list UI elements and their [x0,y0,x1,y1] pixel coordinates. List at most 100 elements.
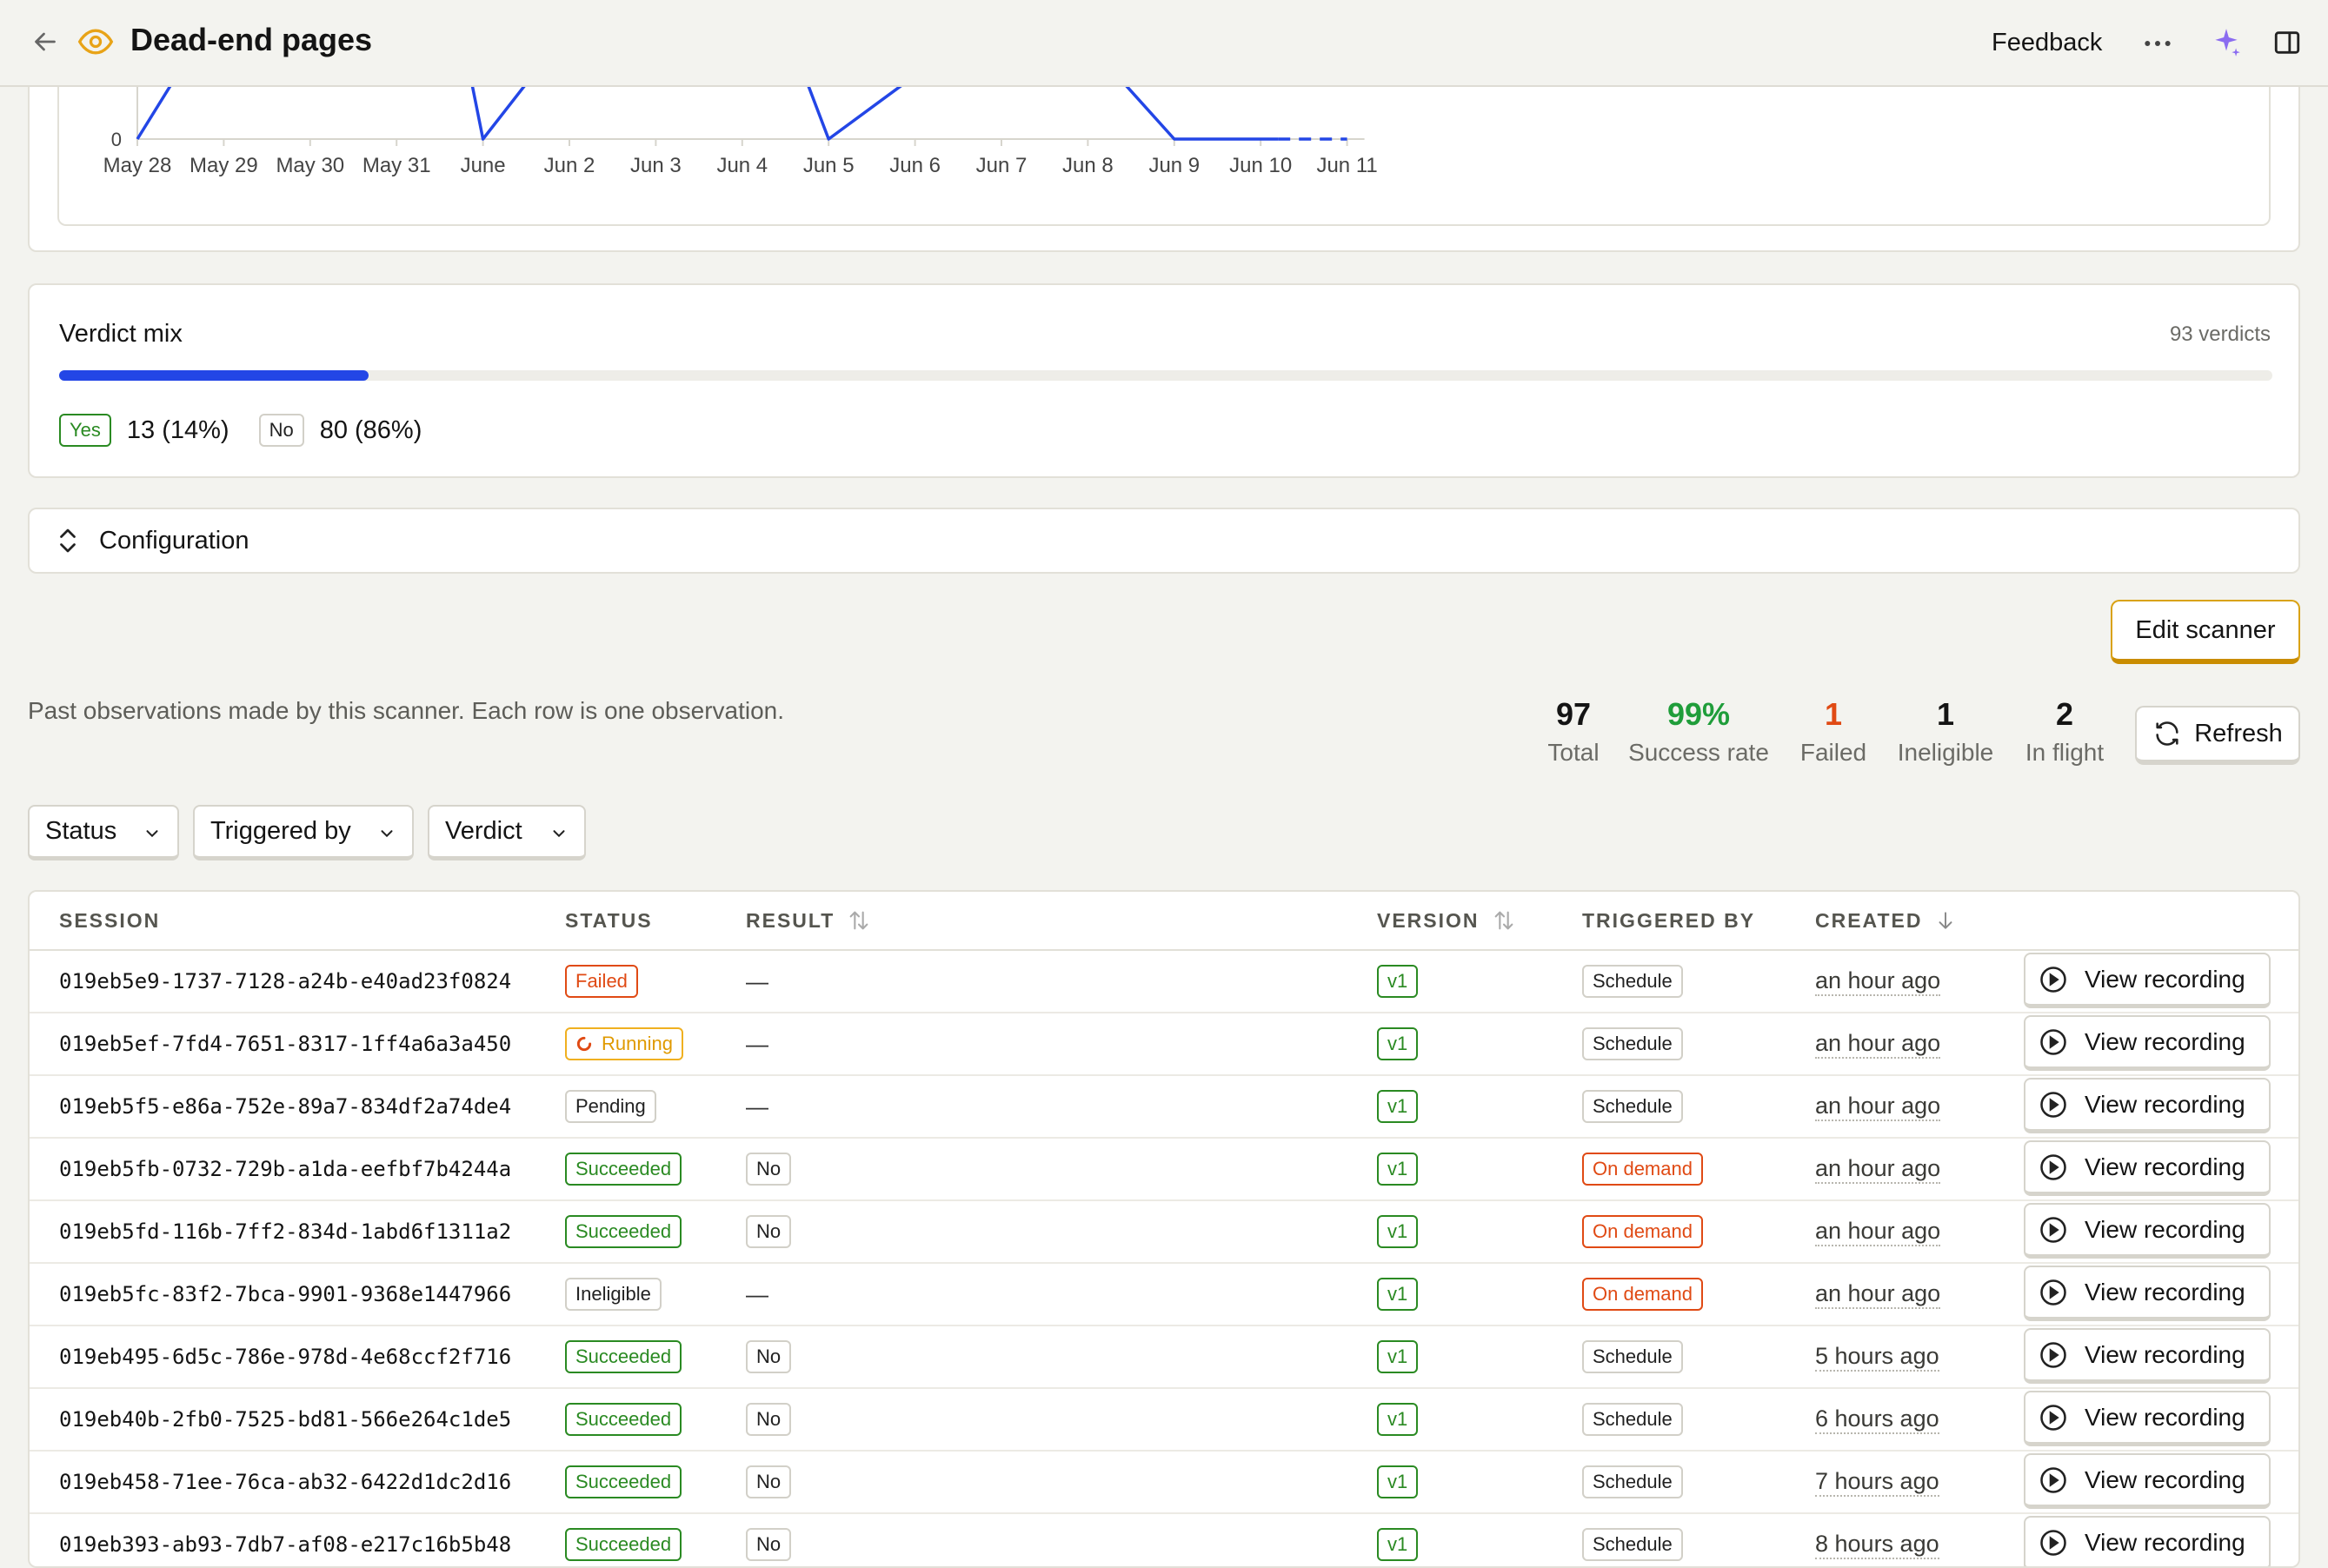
more-options-icon[interactable] [2140,26,2175,61]
version-cell: v1 [1377,1514,1418,1568]
column-header-version[interactable]: VERSION [1377,892,1516,949]
session-id[interactable]: 019eb5fb-0732-729b-a1da-eefbf7b4244a [59,1139,511,1199]
play-recording-icon [2038,1402,2069,1433]
session-id[interactable]: 019eb495-6d5c-786e-978d-4e68ccf2f716 [59,1326,511,1387]
table-row[interactable]: 019eb393-ab93-7db7-af08-e217c16b5b48 Succ… [30,1514,2298,1568]
version-badge: v1 [1377,1340,1418,1373]
view-recording-button[interactable]: View recording [2024,1203,2271,1259]
status-cell: Succeeded [565,1201,682,1262]
status-text: Ineligible [575,1283,651,1306]
session-id[interactable]: 019eb5f5-e86a-752e-89a7-834df2a74de4 [59,1076,511,1137]
side-panel-icon[interactable] [2272,28,2302,57]
feedback-link[interactable]: Feedback [1992,24,2102,61]
column-title: SESSION [59,909,160,933]
table-row[interactable]: 019eb5e9-1737-7128-a24b-e40ad23f0824Fail… [30,951,2298,1013]
view-recording-label: View recording [2085,1216,2245,1244]
column-header-created[interactable]: CREATED [1815,892,1957,949]
view-recording-button[interactable]: View recording [2024,1266,2271,1321]
back-arrow-icon[interactable] [30,26,61,57]
view-recording-button[interactable]: View recording [2024,1078,2271,1133]
x-tick-label: Jun 7 [976,154,1028,177]
version-badge: v1 [1377,1465,1418,1498]
session-id[interactable]: 019eb393-ab93-7db7-af08-e217c16b5b48 [59,1514,511,1568]
filter-label: Verdict [445,817,522,846]
table-row[interactable]: 019eb5f5-e86a-752e-89a7-834df2a74de4Pend… [30,1076,2298,1139]
sort-icon[interactable] [847,908,871,933]
column-header-result[interactable]: RESULT [746,892,871,949]
stat-success-rate: 99% Success rate [1620,695,1777,770]
chevron-down-icon [377,824,396,843]
session-id[interactable]: 019eb5ef-7fd4-7651-8317-1ff4a6a3a450 [59,1013,511,1074]
created-cell: an hour ago [1815,951,1940,1012]
filter-verdict[interactable]: Verdict [428,805,586,860]
result-badge: No [746,1215,791,1248]
result-badge: No [746,1153,791,1186]
result-empty: — [746,1093,768,1120]
view-recording-label: View recording [2085,1279,2245,1306]
table-row[interactable]: 019eb5fd-116b-7ff2-834d-1abd6f1311a2 Succ… [30,1201,2298,1264]
created-time: an hour ago [1815,1279,1940,1309]
stat-label: Success rate [1620,735,1777,770]
filter-triggered-by[interactable]: Triggered by [193,805,414,860]
filter-status[interactable]: Status [28,805,179,860]
no-value: 80 (86%) [320,416,422,445]
view-recording-button[interactable]: View recording [2024,953,2271,1008]
created-time: 5 hours ago [1815,1342,1939,1372]
result-cell: — [746,1013,768,1074]
view-recording-button[interactable]: View recording [2024,1015,2271,1071]
version-badge: v1 [1377,1403,1418,1436]
refresh-button[interactable]: Refresh [2135,706,2300,765]
view-recording-button[interactable]: View recording [2024,1453,2271,1509]
table-row[interactable]: 019eb5ef-7fd4-7651-8317-1ff4a6a3a450 Runn… [30,1013,2298,1076]
x-tick-label: Jun 10 [1229,154,1292,177]
status-cell: Succeeded [565,1326,682,1387]
ai-sparkle-icon[interactable] [2210,26,2243,59]
column-title: TRIGGERED BY [1582,909,1755,933]
view-recording-button[interactable]: View recording [2024,1140,2271,1196]
version-badge: v1 [1377,1528,1418,1561]
view-recording-label: View recording [2085,1404,2245,1432]
sort-icon[interactable] [1492,908,1516,933]
status-cell: Succeeded [565,1389,682,1450]
verdict-bar-yes-fill [59,370,369,381]
table-row[interactable]: 019eb5fc-83f2-7bca-9901-9368e1447966 Inel… [30,1264,2298,1326]
created-cell: an hour ago [1815,1201,1940,1262]
view-recording-button[interactable]: View recording [2024,1516,2271,1568]
session-id[interactable]: 019eb5e9-1737-7128-a24b-e40ad23f0824 [59,951,511,1012]
play-recording-icon [2038,964,2069,995]
created-cell: 7 hours ago [1815,1452,1939,1512]
created-time: an hour ago [1815,1092,1940,1121]
column-title: RESULT [746,909,835,933]
session-id[interactable]: 019eb5fd-116b-7ff2-834d-1abd6f1311a2 [59,1201,511,1262]
play-recording-icon [2038,1027,2069,1058]
status-badge: Running [565,1027,683,1060]
result-cell: No [746,1389,791,1450]
edit-scanner-button[interactable]: Edit scanner [2111,600,2300,664]
stat-label: Total [1539,735,1608,770]
trigger-cell: On demand [1582,1201,1703,1262]
sort-descending-icon[interactable] [1934,909,1957,932]
page-title: Dead-end pages [130,19,372,61]
configuration-section[interactable]: Configuration [28,508,2300,574]
session-id[interactable]: 019eb458-71ee-76ca-ab32-6422d1dc2d16 [59,1452,511,1512]
table-row[interactable]: 019eb40b-2fb0-7525-bd81-566e264c1de5 Succ… [30,1389,2298,1452]
verdict-bar [59,370,2272,381]
table-row[interactable]: 019eb495-6d5c-786e-978d-4e68ccf2f716 Succ… [30,1326,2298,1389]
view-recording-button[interactable]: View recording [2024,1391,2271,1446]
trigger-cell: Schedule [1582,1452,1683,1512]
stat-in-flight: 2 In flight [2015,695,2114,770]
table-row[interactable]: 019eb458-71ee-76ca-ab32-6422d1dc2d16Succ… [30,1452,2298,1514]
result-cell: — [746,1076,768,1137]
stat-total: 97 Total [1539,695,1608,770]
stat-failed: 1 Failed [1791,695,1876,770]
view-recording-button[interactable]: View recording [2024,1328,2271,1384]
status-text: Succeeded [575,1533,671,1556]
created-time: 8 hours ago [1815,1530,1939,1559]
observations-description: Past observations made by this scanner. … [28,695,784,727]
result-cell: — [746,951,768,1012]
session-id[interactable]: 019eb5fc-83f2-7bca-9901-9368e1447966 [59,1264,511,1325]
session-id[interactable]: 019eb40b-2fb0-7525-bd81-566e264c1de5 [59,1389,511,1450]
trigger-badge: Schedule [1582,965,1683,998]
view-recording-label: View recording [2085,966,2245,993]
table-row[interactable]: 019eb5fb-0732-729b-a1da-eefbf7b4244aSucc… [30,1139,2298,1201]
